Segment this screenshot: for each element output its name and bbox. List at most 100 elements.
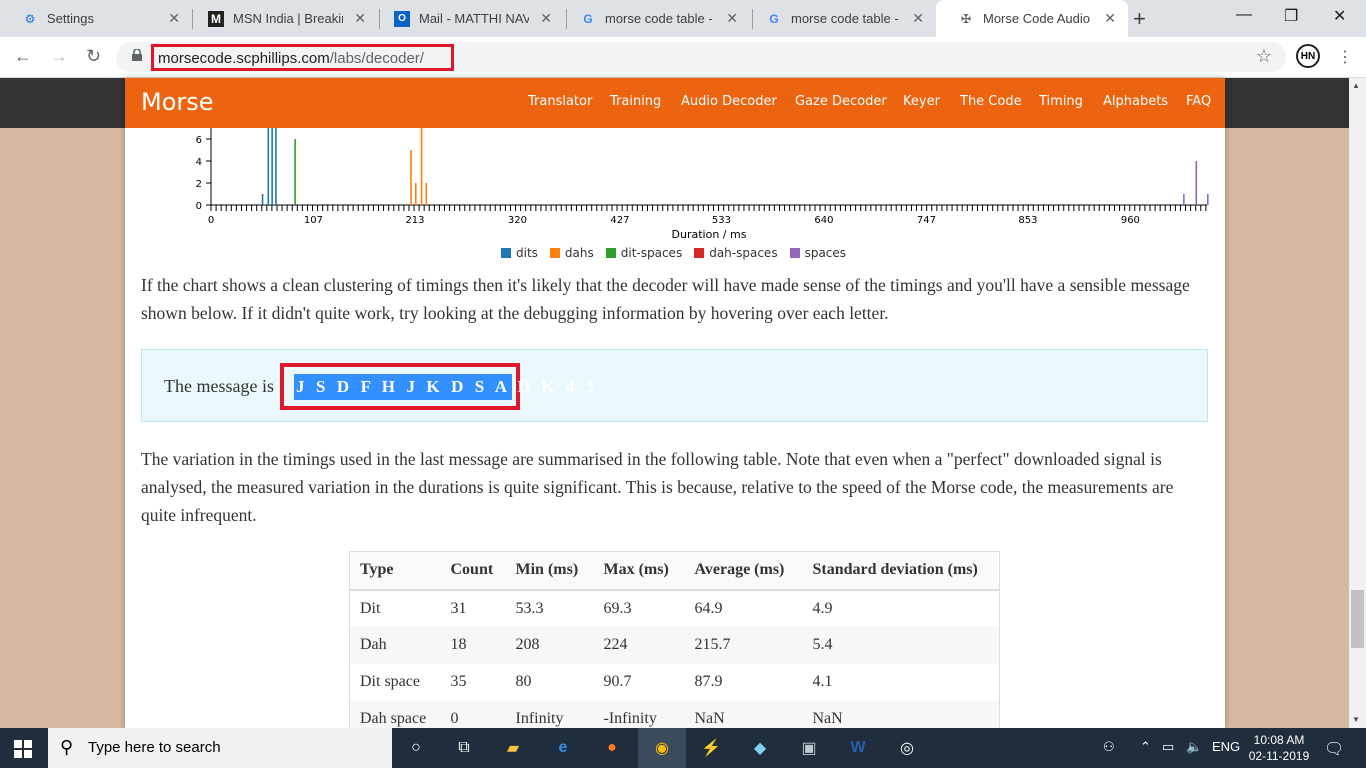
decoded-message[interactable]: J S D F H J K D S A D K 4 3	[294, 374, 594, 400]
word-icon[interactable]: W	[846, 736, 870, 760]
site-brand[interactable]: Morse	[141, 88, 214, 116]
table-row: Dah space 0 Infinity -Infinity NaN NaN	[349, 700, 1000, 728]
cell: 53.3	[515, 599, 544, 617]
legend-label: dit-spaces	[620, 246, 683, 260]
brave-icon[interactable]: ⚡	[699, 736, 723, 760]
gear-icon: ⚙	[24, 11, 36, 26]
minimize-icon[interactable]: —	[1236, 6, 1252, 24]
tab-google-1[interactable]: G morse code table - ✕	[558, 0, 750, 37]
nav-audio-decoder[interactable]: Audio Decoder	[681, 94, 777, 109]
col-min: Min (ms)	[505, 551, 594, 591]
close-icon[interactable]: ✕	[354, 10, 366, 27]
nav-keyer[interactable]: Keyer	[903, 94, 940, 109]
tab-google-2[interactable]: G morse code table - ✕	[744, 0, 936, 37]
tab-title: Settings	[47, 11, 94, 26]
page-content: Morse Translator Training Audio Decoder …	[125, 78, 1225, 728]
nav-alphabets[interactable]: Alphabets	[1103, 94, 1168, 109]
nav-faq[interactable]: FAQ	[1186, 94, 1211, 109]
histogram-bar-dahs	[420, 128, 423, 205]
people-icon[interactable]: ⚇	[1103, 739, 1115, 755]
timing-table: Type Count Min (ms) Max (ms) Average (ms…	[349, 551, 1000, 728]
tab-title: Morse Code Audio	[983, 11, 1090, 26]
x-tick-label: 747	[917, 215, 936, 226]
cell: 80	[515, 673, 532, 690]
windows-taskbar: ⚲ Type here to search ○ ⧉ ▰ e ● ◉ ⚡ ◆ ▣ …	[0, 728, 1366, 768]
address-bar[interactable]: morsecode.scphillips.com/labs/decoder/ ☆	[116, 42, 1286, 72]
histogram-bar-dahs	[414, 183, 417, 205]
bookmark-star-icon[interactable]: ☆	[1256, 46, 1272, 67]
scroll-down-arrow-icon[interactable]: ▼	[1352, 715, 1360, 724]
cell: 4.1	[812, 673, 833, 690]
intro-paragraph: If the chart shows a clean clustering of…	[141, 275, 1190, 323]
media-app-icon[interactable]: ◎	[895, 736, 919, 760]
search-icon: ⚲	[60, 737, 74, 757]
histogram-bar-spaces	[1183, 194, 1185, 205]
tab-title: morse code table -	[605, 11, 713, 26]
close-icon[interactable]: ✕	[1104, 10, 1116, 27]
close-icon[interactable]: ✕	[540, 10, 552, 27]
tab-msn[interactable]: M MSN India | Breakin ✕	[186, 0, 378, 37]
tab-mail[interactable]: O Mail - MATTHI NAV ✕	[372, 0, 564, 37]
notes-app-icon[interactable]: ◆	[748, 736, 772, 760]
notification-icon[interactable]: 🗨	[1324, 739, 1344, 759]
tray-chevron-icon[interactable]: ⌃	[1140, 739, 1151, 755]
cell: 35	[450, 673, 467, 690]
nav-timing[interactable]: Timing	[1039, 94, 1083, 109]
file-explorer-icon[interactable]: ▰	[501, 736, 525, 760]
histogram-bar-spaces	[1195, 161, 1198, 205]
url-text[interactable]: morsecode.scphillips.com/labs/decoder/	[151, 44, 454, 71]
restore-icon[interactable]: ❐	[1284, 6, 1298, 26]
y-tick-label: 6	[196, 135, 202, 146]
morse-site-icon: ✠	[960, 11, 972, 26]
cortana-icon[interactable]: ○	[404, 736, 428, 760]
remote-desktop-icon[interactable]: ▣	[797, 736, 821, 760]
cell: Infinity	[515, 709, 564, 727]
close-icon[interactable]: ✕	[912, 10, 924, 27]
cell: -Infinity	[603, 709, 657, 727]
table-header-row: Type Count Min (ms) Max (ms) Average (ms…	[349, 551, 1000, 591]
taskbar-clock[interactable]: 10:08 AM 02-11-2019	[1246, 732, 1312, 764]
outlook-icon: O	[394, 10, 410, 27]
chrome-icon[interactable]: ◉	[638, 728, 686, 768]
nav-training[interactable]: Training	[610, 94, 661, 109]
histogram-bar-dahs	[410, 150, 412, 205]
histogram-bar-dits	[275, 128, 277, 205]
legend-swatch	[605, 248, 616, 258]
nav-gaze-decoder[interactable]: Gaze Decoder	[795, 94, 887, 109]
menu-kebab-icon[interactable]: ⋮	[1337, 47, 1353, 67]
google-icon: G	[583, 11, 593, 26]
volume-icon[interactable]: 🔈	[1186, 739, 1202, 755]
new-tab-icon[interactable]: +	[1133, 6, 1146, 32]
task-view-icon[interactable]: ⧉	[452, 736, 476, 760]
window-close-icon[interactable]: ✕	[1333, 6, 1346, 26]
cell: 69.3	[603, 599, 632, 617]
close-icon[interactable]: ✕	[168, 10, 180, 27]
col-average: Average (ms)	[684, 551, 803, 591]
tab-settings[interactable]: ⚙ Settings ✕	[0, 0, 192, 37]
tab-morse-audio[interactable]: ✠ Morse Code Audio ✕	[936, 0, 1128, 37]
language-indicator[interactable]: ENG	[1212, 739, 1240, 754]
network-icon[interactable]: ▭	[1162, 739, 1174, 755]
url-path: /labs/decoder/	[329, 49, 424, 67]
cell: 224	[603, 636, 628, 653]
reload-icon[interactable]: ↻	[86, 46, 101, 67]
windows-start-icon[interactable]	[14, 740, 32, 758]
histogram-bar-dits	[261, 194, 264, 205]
search-placeholder: Type here to search	[88, 739, 221, 756]
scroll-up-arrow-icon[interactable]: ▲	[1352, 81, 1360, 90]
nav-the-code[interactable]: The Code	[960, 94, 1022, 109]
back-arrow-icon[interactable]: ←	[14, 46, 32, 67]
timing-histogram: 0 2 4 6 0 107 213 320 427 533 640 747 853 960 Duration…	[196, 128, 1209, 241]
taskbar-search[interactable]: ⚲ Type here to search	[48, 728, 392, 768]
firefox-icon[interactable]: ●	[600, 736, 624, 760]
col-count: Count	[440, 551, 506, 591]
forward-arrow-icon[interactable]: →	[50, 46, 68, 67]
scrollbar-thumb[interactable]	[1351, 590, 1364, 648]
nav-translator[interactable]: Translator	[528, 94, 592, 109]
edge-icon[interactable]: e	[551, 736, 575, 760]
cell: 90.7	[603, 673, 632, 690]
col-stddev: Standard deviation (ms)	[802, 551, 1000, 591]
browser-tab-strip: ⚙ Settings ✕ M MSN India | Breakin ✕ O M…	[0, 0, 1366, 37]
close-icon[interactable]: ✕	[726, 10, 738, 27]
profile-avatar-icon[interactable]: HN	[1296, 44, 1320, 68]
